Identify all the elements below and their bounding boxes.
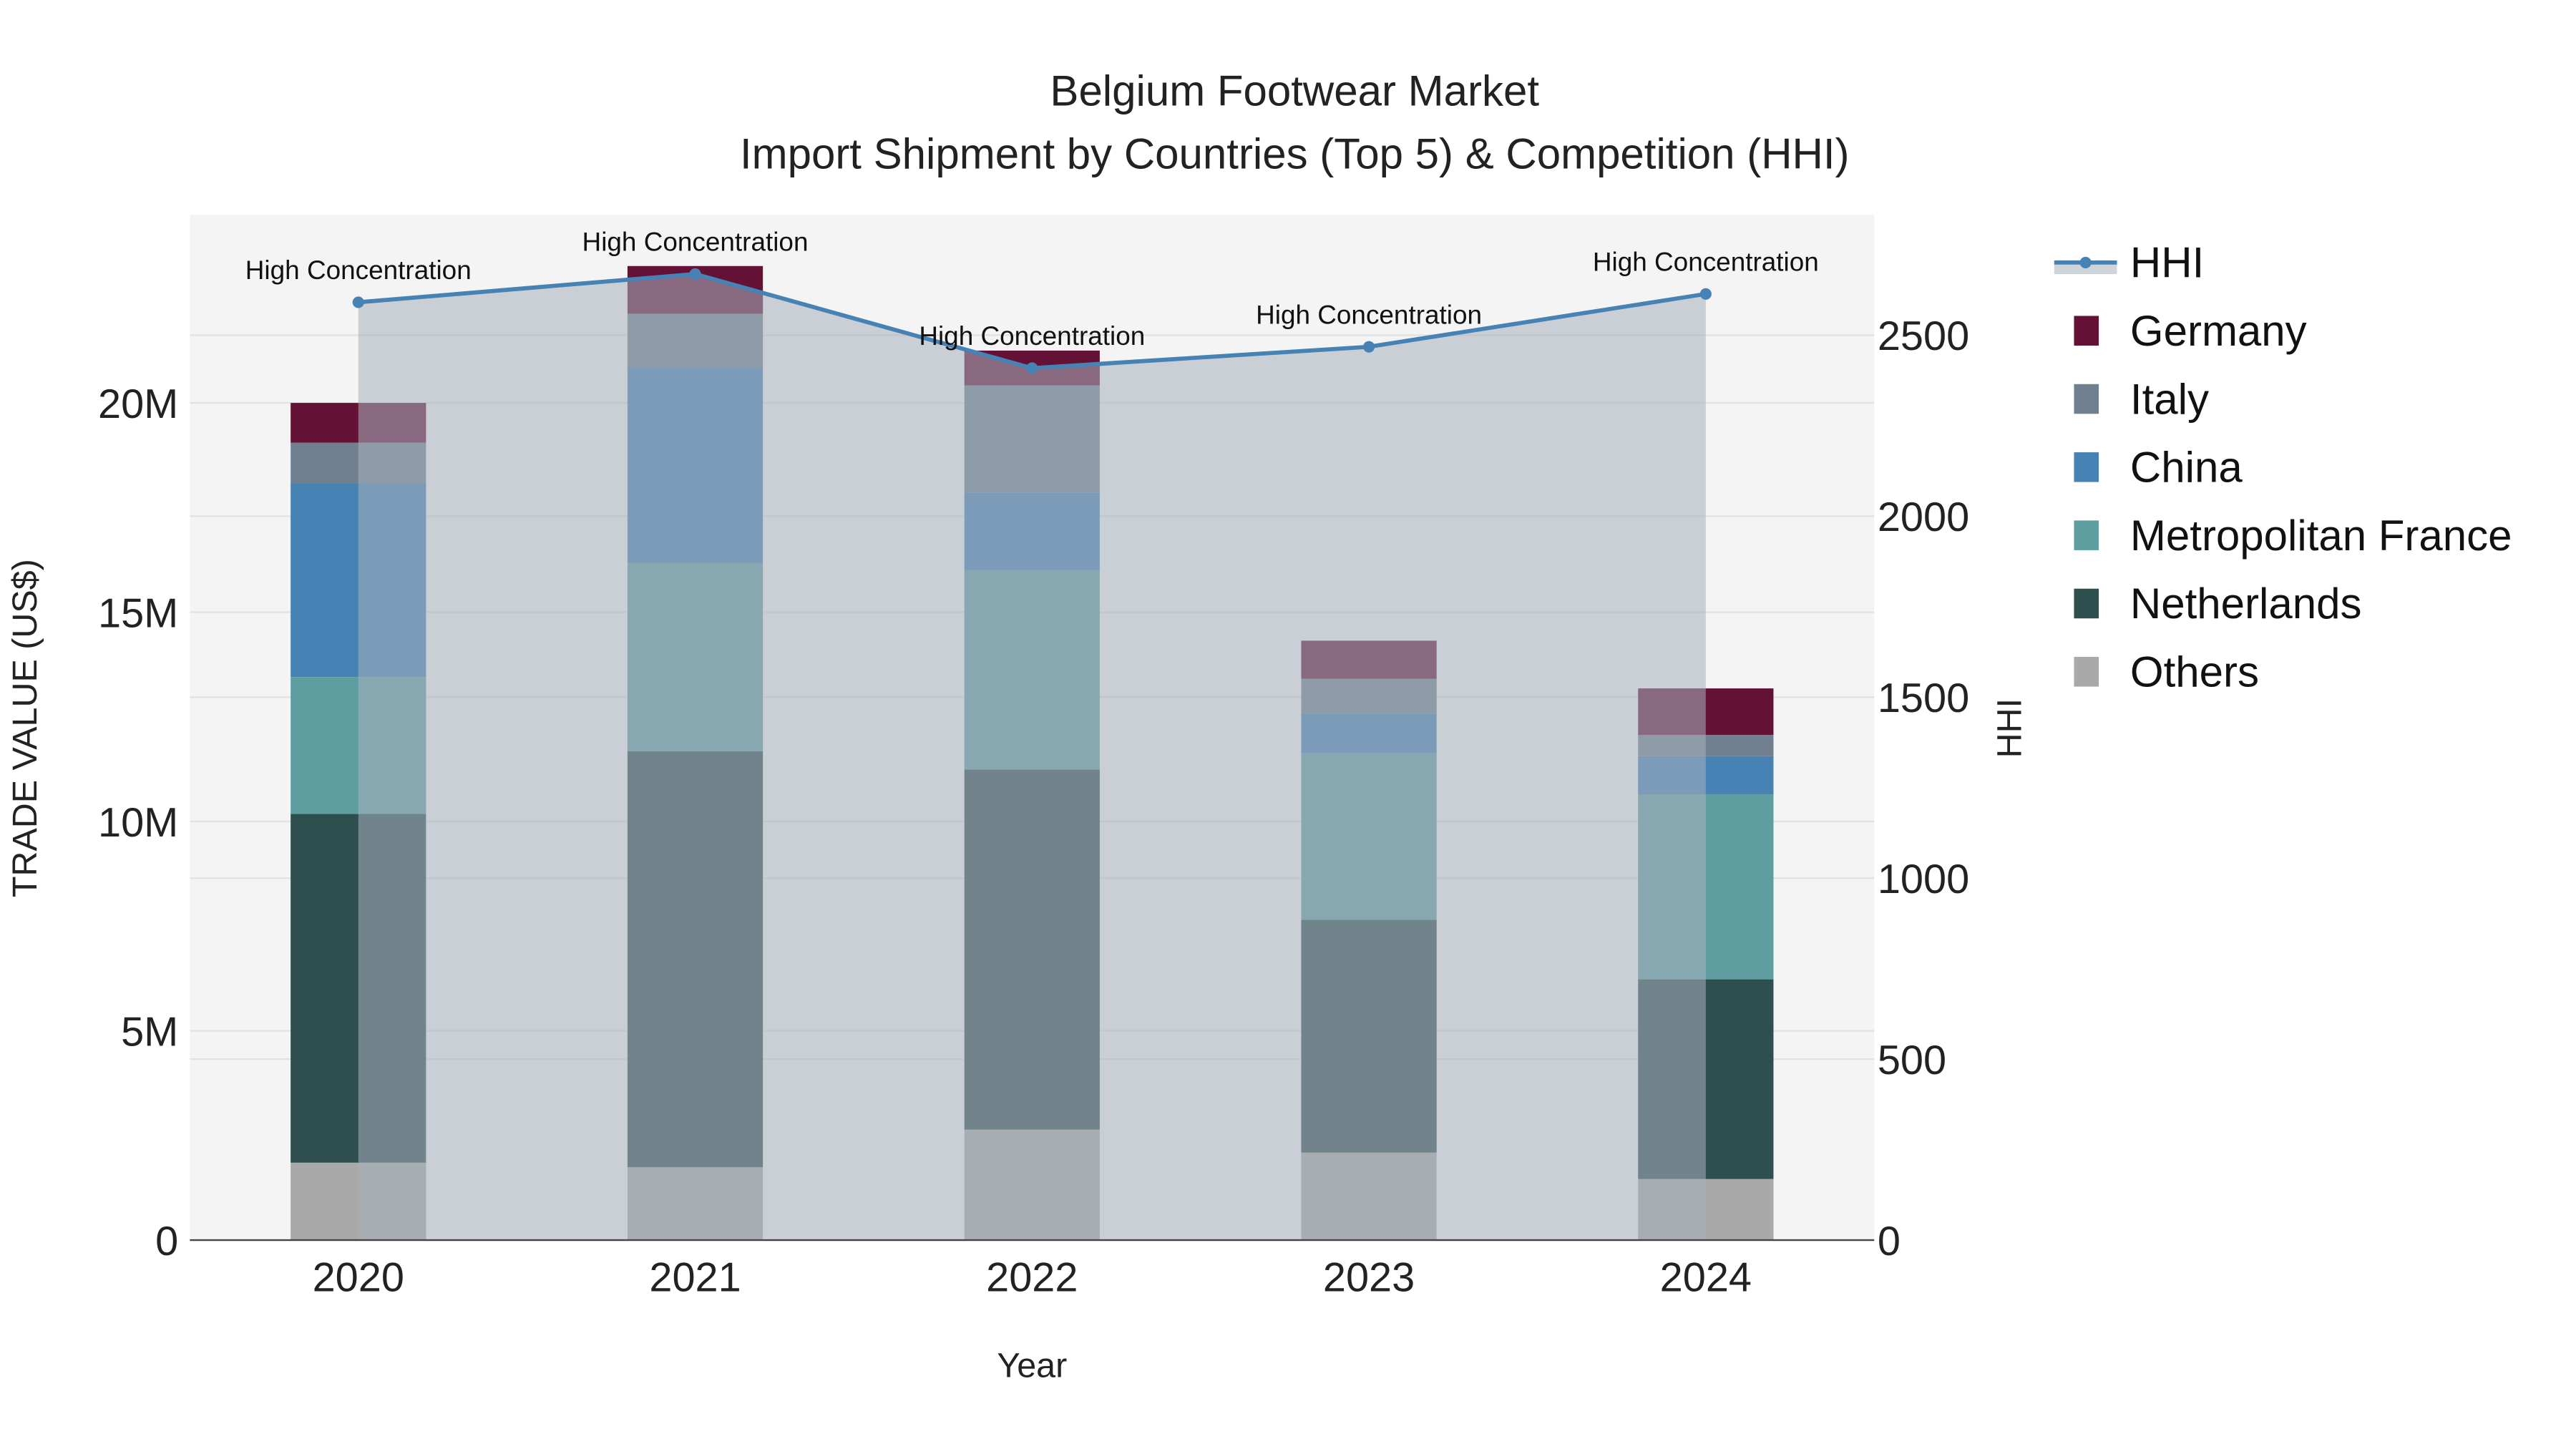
x-axis-title: Year bbox=[997, 1347, 1067, 1385]
x-tick-label: 2020 bbox=[313, 1255, 404, 1301]
legend-item-hhi[interactable]: HHI bbox=[2054, 239, 2204, 287]
hhi-point-2023 bbox=[1363, 341, 1375, 353]
y-tick-label: 0 bbox=[155, 1219, 178, 1264]
legend-swatch bbox=[2074, 452, 2099, 482]
legend-label: China bbox=[2130, 444, 2243, 492]
x-tick-label: 2021 bbox=[649, 1255, 741, 1301]
legend: HHI Germany Italy China Metropolitan France N… bbox=[2054, 239, 2512, 696]
y2-tick-label: 0 bbox=[1878, 1219, 1901, 1264]
chart-title: Belgium Footwear Market bbox=[1050, 67, 1539, 115]
legend-item-netherlands[interactable]: Netherlands bbox=[2074, 580, 2361, 628]
y2-tick-label: 500 bbox=[1878, 1038, 1946, 1083]
chart: Belgium Footwear Market Import Shipment … bbox=[6, 67, 2512, 1385]
y-tick-label: 15M bbox=[98, 590, 178, 636]
legend-item-others[interactable]: Others bbox=[2074, 648, 2259, 696]
hhi-point-2020 bbox=[352, 296, 364, 308]
legend-label: Others bbox=[2130, 648, 2259, 696]
legend-item-metropolitan-france[interactable]: Metropolitan France bbox=[2074, 512, 2512, 560]
hhi-area-fill bbox=[358, 273, 1706, 1241]
legend-label: Metropolitan France bbox=[2130, 512, 2512, 560]
y2-axis-title: HHI bbox=[1991, 698, 2029, 758]
legend-swatch bbox=[2074, 588, 2099, 619]
y-tick-label: 5M bbox=[121, 1009, 178, 1055]
legend-swatch bbox=[2074, 657, 2099, 687]
y2-tick-label: 2500 bbox=[1878, 313, 1969, 359]
x-tick-label: 2022 bbox=[986, 1255, 1078, 1301]
legend-label: Germany bbox=[2130, 307, 2307, 355]
hhi-point-2024 bbox=[1699, 288, 1712, 300]
chart-subtitle: Import Shipment by Countries (Top 5) & C… bbox=[740, 130, 1850, 177]
x-tick-label: 2023 bbox=[1323, 1255, 1415, 1301]
legend-swatch bbox=[2074, 316, 2099, 346]
hhi-point-2021 bbox=[689, 268, 701, 280]
y2-tick-label: 1000 bbox=[1878, 857, 1969, 902]
legend-label: Italy bbox=[2130, 375, 2209, 423]
legend-swatch bbox=[2074, 520, 2099, 550]
x-tick-label: 2024 bbox=[1660, 1255, 1752, 1301]
legend-item-germany[interactable]: Germany bbox=[2074, 307, 2307, 355]
hhi-area bbox=[358, 273, 1706, 1241]
annotation-label: High Concentration bbox=[919, 321, 1145, 351]
legend-swatch bbox=[2074, 384, 2099, 414]
annotation-label: High Concentration bbox=[245, 255, 472, 285]
legend-label: Netherlands bbox=[2130, 580, 2362, 628]
legend-label: HHI bbox=[2130, 239, 2204, 287]
y-tick-label: 20M bbox=[98, 381, 178, 427]
y-tick-label: 10M bbox=[98, 800, 178, 846]
legend-item-china[interactable]: China bbox=[2074, 444, 2243, 492]
annotation-label: High Concentration bbox=[1593, 247, 1819, 276]
legend-item-italy[interactable]: Italy bbox=[2074, 375, 2209, 423]
annotation-label: High Concentration bbox=[582, 228, 809, 257]
hhi-point-2022 bbox=[1026, 362, 1038, 374]
y-axis-title: TRADE VALUE (US$) bbox=[6, 559, 44, 897]
annotation-label: High Concentration bbox=[1256, 300, 1482, 329]
legend-hhi-marker bbox=[2079, 256, 2092, 268]
y2-tick-label: 2000 bbox=[1878, 494, 1969, 540]
y2-tick-label: 1500 bbox=[1878, 675, 1969, 721]
